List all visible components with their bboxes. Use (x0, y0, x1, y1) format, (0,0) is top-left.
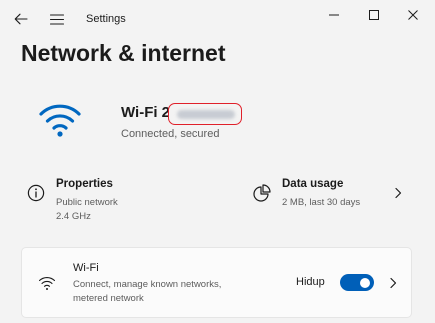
close-button[interactable] (398, 5, 428, 25)
hamburger-icon (50, 13, 64, 25)
window-title: Settings (86, 13, 126, 25)
network-type: Public network (56, 197, 118, 208)
navigation-menu-button[interactable] (47, 9, 67, 29)
wifi-icon (38, 277, 56, 290)
page-title: Network & internet (21, 40, 226, 66)
title-bar: Settings (0, 0, 435, 40)
toggle-knob (360, 277, 370, 288)
wifi-settings-card[interactable]: Wi-Fi Connect, manage known networks, me… (21, 247, 412, 318)
connection-status: Connected, secured (121, 128, 220, 140)
wifi-toggle-label: Hidup (296, 276, 325, 288)
properties-title: Properties (56, 178, 113, 190)
maximize-button[interactable] (359, 5, 389, 25)
minimize-icon (329, 14, 339, 16)
data-usage-summary: 2 MB, last 30 days (282, 197, 361, 208)
network-band: 2.4 GHz (56, 211, 91, 222)
maximize-icon (369, 10, 379, 20)
settings-window: Settings Network & internet Wi-Fi 2 Conn… (0, 0, 435, 323)
pie-chart-icon (253, 184, 271, 202)
connection-name: Wi-Fi 2 (121, 104, 171, 121)
data-usage-title: Data usage (282, 178, 344, 190)
redaction-blur (177, 110, 235, 119)
minimize-button[interactable] (319, 5, 349, 25)
wifi-icon (39, 104, 81, 137)
close-icon (408, 10, 418, 20)
chevron-right-icon (390, 277, 397, 289)
info-icon (27, 184, 45, 202)
redacted-network-name (168, 103, 242, 125)
chevron-right-icon (395, 187, 402, 199)
back-arrow-icon (14, 13, 28, 25)
wifi-card-title: Wi-Fi (73, 262, 99, 274)
wifi-card-description: Connect, manage known networks, metered … (73, 279, 222, 304)
back-button[interactable] (11, 9, 31, 29)
wifi-toggle[interactable] (340, 274, 374, 291)
